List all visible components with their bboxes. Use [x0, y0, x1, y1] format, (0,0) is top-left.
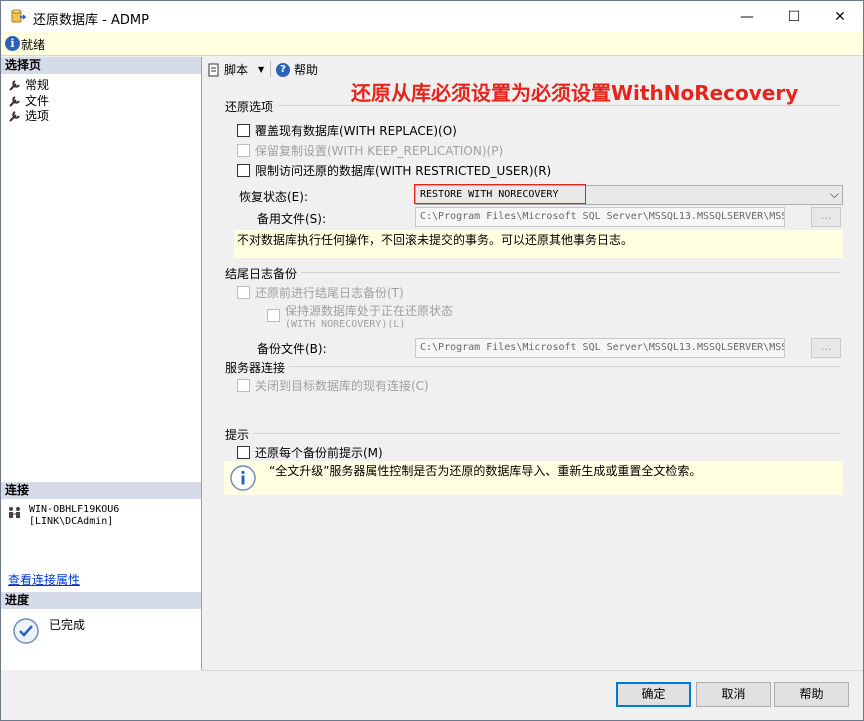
chevron-down-icon: ▼ [258, 65, 265, 74]
tail-log-group-label: 结尾日志备份 [225, 267, 298, 281]
progress-header: 进度 [1, 592, 201, 609]
keep-source-restoring-checkbox[interactable]: 保持源数据库处于正在还原状态 (WITH NORECOVERY)(L) [267, 305, 453, 331]
cancel-button[interactable]: 取消 [696, 682, 771, 707]
annotation-highlight [414, 184, 586, 204]
database-restore-icon [11, 9, 26, 23]
standby-browse-button[interactable]: ... [811, 207, 841, 227]
connection-icon [9, 507, 20, 518]
keep-replication-label: 保留复制设置(WITH KEEP_REPLICATION)(P) [255, 144, 504, 158]
fulltext-info-text: “全文升级”服务器属性控制是否为还原的数据库导入、重新生成或重置全文检索。 [269, 464, 702, 478]
keep-source-label: 保持源数据库处于正在还原状态 [285, 304, 454, 318]
nav-item-options[interactable]: 选项 [9, 107, 49, 124]
chevron-down-icon: ⌵ [829, 187, 839, 201]
help-icon: ? [276, 62, 290, 77]
script-button[interactable]: 脚本 ▼ [207, 61, 264, 78]
maximize-button[interactable]: ☐ [771, 1, 817, 32]
wrench-icon [9, 110, 20, 122]
overwrite-label: 覆盖现有数据库(WITH REPLACE)(O) [255, 124, 457, 138]
annotation-note: 还原从库必须设置为必须设置WithNoRecovery [351, 81, 799, 105]
wrench-icon [9, 95, 20, 107]
divider [301, 272, 841, 273]
info-icon: i [5, 36, 20, 51]
help-label: 帮助 [294, 63, 319, 77]
prompt-group-label: 提示 [225, 428, 250, 442]
nav-item-label: 选项 [25, 109, 50, 123]
ok-button[interactable]: 确定 [616, 682, 691, 707]
checkbox-box[interactable] [237, 286, 250, 299]
divider [289, 366, 841, 367]
recovery-state-label: 恢复状态(E): [239, 190, 308, 204]
connection-header: 连接 [1, 482, 201, 499]
backup-file-field[interactable]: C:\Program Files\Microsoft SQL Server\MS… [415, 338, 785, 358]
checkbox-box[interactable] [237, 379, 250, 392]
window-title: 还原数据库 - ADMP [33, 13, 149, 28]
checkbox-box[interactable] [237, 124, 250, 137]
standby-file-label: 备用文件(S): [257, 212, 327, 226]
tail-log-backup-checkbox[interactable]: 还原前进行结尾日志备份(T) [237, 284, 404, 301]
backup-file-label: 备份文件(B): [257, 342, 327, 356]
close-connections-checkbox[interactable]: 关闭到目标数据库的现有连接(C) [237, 377, 429, 394]
restore-database-window: 还原数据库 - ADMP — ☐ ✕ i 就绪 选择页 常规 文件 选项 连接 … [0, 0, 864, 721]
tail-log-backup-label: 还原前进行结尾日志备份(T) [255, 286, 404, 300]
checkbox-box[interactable] [237, 164, 250, 177]
nav-item-label: 常规 [25, 78, 50, 92]
help-toolbar-button[interactable]: ? 帮助 [276, 61, 318, 78]
divider [279, 105, 841, 106]
checkbox-box[interactable] [237, 446, 250, 459]
checkbox-box[interactable] [267, 309, 280, 322]
help-button[interactable]: 帮助 [774, 682, 849, 707]
divider [253, 433, 841, 434]
check-complete-icon [13, 618, 39, 644]
restore-options-group-label: 还原选项 [225, 100, 274, 114]
keep-replication-checkbox[interactable]: 保留复制设置(WITH KEEP_REPLICATION)(P) [237, 142, 503, 159]
view-connection-properties-link[interactable]: 查看连接属性 [8, 571, 80, 588]
fulltext-info-note: “全文升级”服务器属性控制是否为还原的数据库导入、重新生成或重置全文检索。 [224, 461, 843, 495]
minimize-button[interactable]: — [724, 1, 770, 32]
restrict-access-label: 限制访问还原的数据库(WITH RESTRICTED_USER)(R) [255, 164, 552, 178]
connection-server: WIN-OBHLF19KOU6 [29, 504, 120, 515]
status-bar: i 就绪 [1, 32, 863, 56]
script-icon [208, 63, 219, 76]
progress-status: 已完成 [49, 618, 86, 632]
connection-user: [LINK\DCAdmin] [29, 516, 114, 527]
checkbox-box[interactable] [237, 144, 250, 157]
keep-source-label-sub: (WITH NORECOVERY)(L) [285, 319, 406, 330]
info-circle-icon [230, 465, 256, 491]
standby-file-field[interactable]: C:\Program Files\Microsoft SQL Server\MS… [415, 207, 785, 227]
title-bar: 还原数据库 - ADMP — ☐ ✕ [1, 1, 863, 32]
status-text: 就绪 [21, 38, 46, 52]
script-label: 脚本 [224, 63, 249, 77]
backup-browse-button[interactable]: ... [811, 338, 841, 358]
divider [202, 670, 863, 671]
restrict-access-checkbox[interactable]: 限制访问还原的数据库(WITH RESTRICTED_USER)(R) [237, 162, 551, 179]
close-button[interactable]: ✕ [817, 1, 863, 32]
wrench-icon [9, 79, 20, 91]
select-page-header: 选择页 [1, 57, 201, 74]
server-connection-group-label: 服务器连接 [225, 361, 286, 375]
prompt-before-backup-label: 还原每个备份前提示(M) [255, 446, 383, 460]
close-connections-label: 关闭到目标数据库的现有连接(C) [255, 379, 429, 393]
toolbar-separator [270, 61, 271, 77]
overwrite-checkbox[interactable]: 覆盖现有数据库(WITH REPLACE)(O) [237, 122, 457, 139]
recovery-note: 不对数据库执行任何操作，不回滚未提交的事务。可以还原其他事务日志。 [234, 230, 843, 258]
left-pane: 选择页 常规 文件 选项 连接 WIN-OBHLF19KOU6 [LINK\DC… [1, 57, 202, 670]
nav-item-general[interactable]: 常规 [9, 76, 49, 93]
prompt-before-backup-checkbox[interactable]: 还原每个备份前提示(M) [237, 444, 383, 461]
